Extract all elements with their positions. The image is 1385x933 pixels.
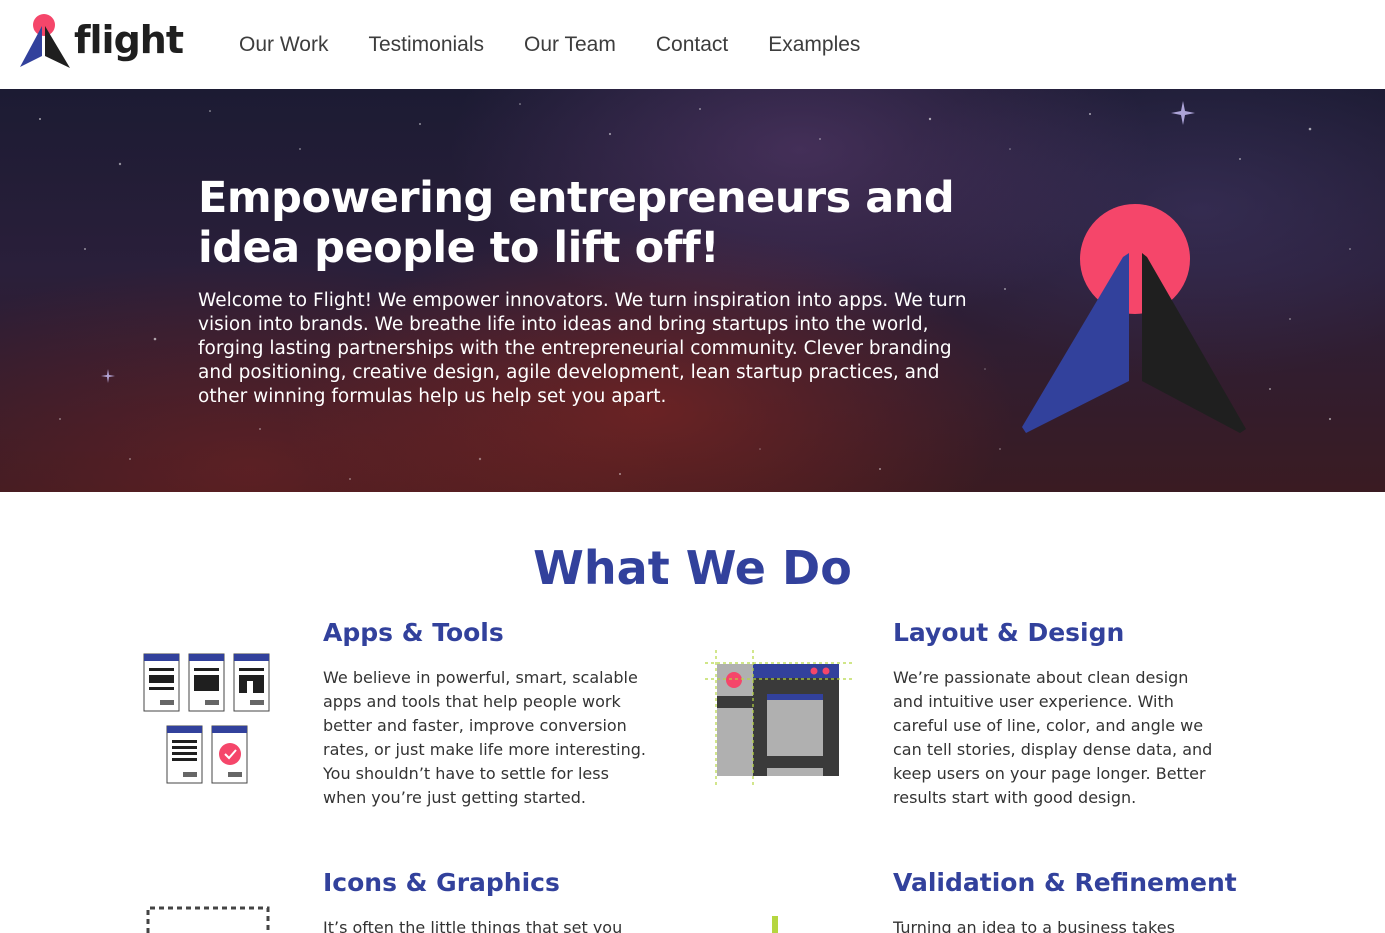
dashed-frame-icon <box>146 906 270 933</box>
service-heading-validation-refinement: Validation & Refinement <box>893 868 1237 897</box>
service-heading-layout-design: Layout & Design <box>893 618 1125 647</box>
rocket-logo-icon <box>20 14 70 68</box>
site-header: flight Our Work Testimonials Our Team Co… <box>0 0 1385 89</box>
nav-contact[interactable]: Contact <box>636 0 748 89</box>
nav-examples[interactable]: Examples <box>748 0 880 89</box>
what-we-do-title: What We Do <box>533 541 852 595</box>
hero-intro-text: Welcome to Flight! We empower innovators… <box>198 290 967 407</box>
layout-grid-icon <box>705 650 855 788</box>
service-text-validation-refinement: Turning an idea to a business takes <box>893 918 1175 933</box>
app-screens-icon <box>143 653 270 784</box>
hero-headline: Empowering entrepreneurs and idea people… <box>198 173 955 273</box>
nav-our-work[interactable]: Our Work <box>219 0 348 89</box>
service-heading-icons-graphics: Icons & Graphics <box>323 868 560 897</box>
service-text-apps-tools: We believe in powerful, smart, scalable … <box>323 668 646 807</box>
main-nav: Our Work Testimonials Our Team Contact E… <box>219 0 880 89</box>
nav-our-team[interactable]: Our Team <box>504 0 636 89</box>
logo-wordmark: flight <box>74 18 184 62</box>
rocket-emblem-icon <box>1022 204 1246 433</box>
nav-testimonials[interactable]: Testimonials <box>348 0 504 89</box>
service-text-icons-graphics: It’s often the little things that set yo… <box>323 918 623 933</box>
bar-growth-icon <box>772 916 778 933</box>
service-text-layout-design: We’re passionate about clean design and … <box>893 668 1213 807</box>
hero-banner: Empowering entrepreneurs and idea people… <box>0 89 1385 492</box>
flight-logo[interactable]: flight <box>18 12 184 70</box>
service-heading-apps-tools: Apps & Tools <box>323 618 504 647</box>
